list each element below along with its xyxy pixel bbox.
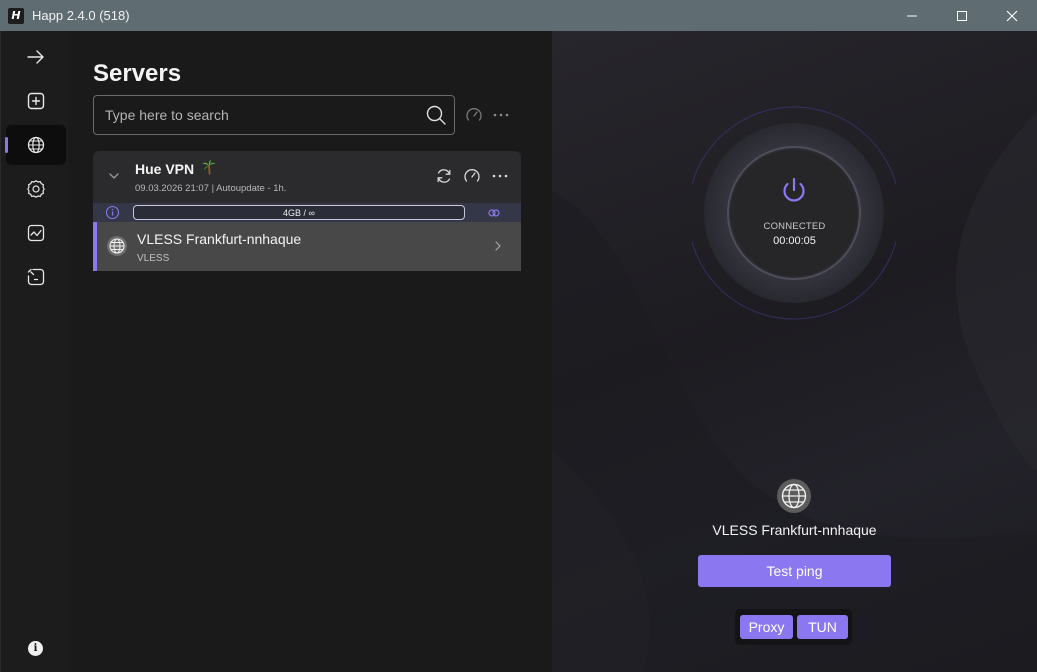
more-horizontal-icon [492,174,508,178]
palm-tree-icon [202,160,216,175]
server-name: VLESS Frankfurt-nnhaque [137,231,302,247]
mode-switch: Proxy TUN [735,609,852,645]
speedometer-icon [466,108,482,121]
server-list-item[interactable]: VLESS Frankfurt-nnhaque VLESS [93,222,521,271]
group-actions [433,165,511,187]
chevron-down-icon[interactable] [107,169,121,183]
group-update-info: 09.03.2026 21:07 | Autoupdate - 1h. [135,183,287,194]
maximize-button[interactable] [937,0,987,31]
tun-mode-button[interactable]: TUN [797,615,848,639]
sidebar-item-servers[interactable] [5,125,66,165]
close-icon [1006,10,1018,21]
power-button[interactable] [777,173,811,207]
search-input[interactable] [94,96,425,134]
chart-icon [27,224,45,242]
routing-icon [27,268,45,286]
group-header[interactable]: Hue VPN 09.03.2026 21:07 | Autoupdate - … [93,151,521,203]
connection-panel: CONNECTED 00:00:05 VLESS Frankfurt-nnhaq… [552,31,1037,672]
connection-rings [687,106,901,320]
info-icon[interactable] [105,205,120,220]
ping-all-button[interactable] [463,104,485,126]
window-title: Happ 2.4.0 (518) [32,8,130,23]
usage-row: 4GB / ∞ [93,203,521,222]
refresh-subscription-button[interactable] [433,165,455,187]
maximize-icon [957,10,967,21]
app-logo: H [8,7,24,24]
sidebar-item-stats[interactable] [6,213,66,253]
connection-status: CONNECTED [763,221,826,232]
page-title: Servers [93,60,182,87]
traffic-usage-bar: 4GB / ∞ [133,205,465,220]
minimize-icon [907,15,917,16]
title-bar: H Happ 2.4.0 (518) [0,0,1037,31]
arrow-right-icon [27,50,44,64]
window-controls [887,0,1037,31]
close-button[interactable] [987,0,1037,31]
chevron-right-icon[interactable] [493,240,503,252]
search-icon[interactable] [425,104,447,126]
gear-icon [27,180,45,198]
about-info-button[interactable]: i [28,641,43,656]
minimize-button[interactable] [887,0,937,31]
subscription-group: Hue VPN 09.03.2026 21:07 | Autoupdate - … [93,151,521,271]
proxy-mode-button[interactable]: Proxy [740,615,793,639]
speedometer-icon [464,169,480,182]
globe-icon [27,136,45,154]
sidebar-item-settings[interactable] [6,169,66,209]
sidebar: i [0,31,68,672]
more-horizontal-icon [493,113,509,117]
sidebar-item-add[interactable] [6,81,66,121]
more-options-button[interactable] [490,104,512,126]
search-box [93,95,455,135]
server-protocol: VLESS [137,253,170,264]
sidebar-item-routing[interactable] [6,257,66,297]
refresh-icon [437,169,451,183]
group-name: Hue VPN [135,161,195,177]
selected-server-name: VLESS Frankfurt-nnhaque [712,522,877,538]
plus-square-icon [27,92,45,110]
globe-icon [777,479,811,513]
globe-icon [107,236,127,256]
test-ping-button[interactable]: Test ping [698,555,891,587]
power-control [687,103,901,323]
group-ping-button[interactable] [461,165,483,187]
group-more-button[interactable] [489,165,511,187]
power-icon [783,177,805,202]
connection-timer: 00:00:05 [773,235,816,247]
sidebar-item-connect[interactable] [6,37,66,77]
servers-panel: Servers Hue VPN 09.03.2026 21:07 | Autou… [68,31,552,672]
link-icon[interactable] [487,206,501,220]
